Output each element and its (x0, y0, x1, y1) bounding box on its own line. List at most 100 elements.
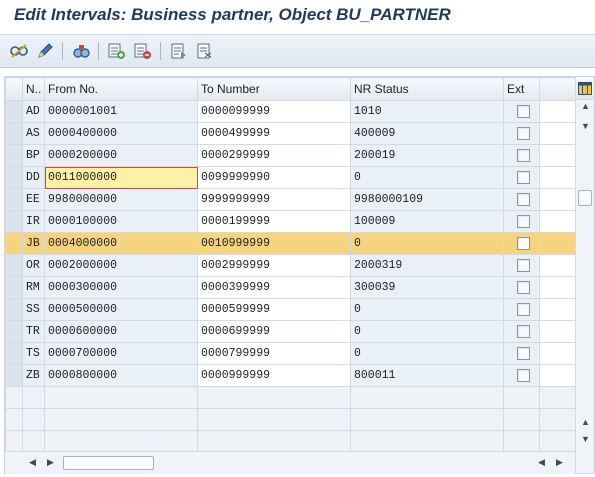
cell-ext (503, 254, 540, 277)
cell-from-number[interactable]: 0000700000 (44, 342, 198, 365)
selection-column-header[interactable] (5, 77, 23, 101)
display-change-icon[interactable] (8, 40, 30, 62)
cell-to-number[interactable]: 0000799999 (197, 342, 351, 365)
row-selector[interactable] (5, 276, 23, 299)
cell-from-number-editing[interactable]: 0011000000 (44, 166, 198, 189)
cell-ext (503, 100, 540, 123)
cell-from-number[interactable]: 0000001001 (44, 100, 198, 123)
cell-from-number[interactable]: 0000500000 (44, 298, 198, 321)
scroll-right-arrow-icon[interactable]: ▶ (47, 457, 54, 468)
scroll-down-arrow-icon[interactable]: ▼ (581, 434, 590, 444)
cell-nr-status[interactable]: 400009 (350, 122, 504, 145)
cell-nr-status[interactable]: 9980000109 (350, 188, 504, 211)
cell-from-number[interactable]: 0000300000 (44, 276, 198, 299)
cell-from-number[interactable]: 0000600000 (44, 320, 198, 343)
row-selector[interactable] (5, 298, 23, 321)
ext-checkbox[interactable] (516, 302, 530, 316)
row-selector[interactable] (5, 210, 23, 233)
row-selector[interactable] (5, 364, 23, 387)
row-selector[interactable] (5, 166, 23, 189)
column-header-key[interactable]: N.. (22, 77, 45, 101)
cell-from-number[interactable]: 0002000000 (44, 254, 198, 277)
column-settings-icon[interactable] (576, 77, 594, 100)
cell-to-number[interactable]: 0000399999 (197, 276, 351, 299)
cell-nr-status[interactable]: 0 (350, 166, 504, 189)
cell-from-number[interactable]: 0000100000 (44, 210, 198, 233)
column-header-nr-status[interactable]: NR Status (350, 77, 504, 101)
row-selector[interactable] (5, 232, 23, 255)
pencil-icon[interactable] (34, 40, 56, 62)
ext-checkbox[interactable] (516, 258, 530, 272)
ext-checkbox[interactable] (516, 346, 530, 360)
cell-to-number[interactable]: 0000199999 (197, 210, 351, 233)
cell-from-number[interactable]: 9980000000 (44, 188, 198, 211)
cell-nr-status[interactable]: 100009 (350, 210, 504, 233)
cell-to-number[interactable]: 9999999999 (197, 188, 351, 211)
row-selector[interactable] (5, 254, 23, 277)
cell-to-number[interactable]: 0000299999 (197, 144, 351, 167)
row-selector[interactable] (5, 144, 23, 167)
row-selector[interactable] (5, 408, 23, 431)
cell-to-number[interactable]: 0099999990 (197, 166, 351, 189)
ext-checkbox[interactable] (516, 280, 530, 294)
scroll-up-arrow-icon[interactable]: ▲ (581, 417, 590, 427)
scroll-right-arrow-icon[interactable]: ▶ (556, 457, 563, 468)
row-selector[interactable] (5, 100, 23, 123)
cell-from-number[interactable]: 0000800000 (44, 364, 198, 387)
cell-to-number[interactable]: 0000599999 (197, 298, 351, 321)
search-binocular-icon[interactable] (70, 40, 92, 62)
ext-checkbox[interactable] (516, 104, 530, 118)
cell-nr-status[interactable]: 1010 (350, 100, 504, 123)
cell-nr-status[interactable]: 0 (350, 232, 504, 255)
row-selector[interactable] (5, 342, 23, 365)
column-header-from[interactable]: From No. (44, 77, 198, 101)
row-selector[interactable] (5, 188, 23, 211)
cell-to-number[interactable]: 0010999999 (197, 232, 351, 255)
print-icon[interactable] (194, 40, 216, 62)
row-selector[interactable] (5, 122, 23, 145)
scroll-up-arrow-icon[interactable]: ▲ (581, 101, 590, 111)
cell-key: AD (22, 100, 45, 123)
cell-ext (503, 166, 540, 189)
cell-key: DD (22, 166, 45, 189)
table-row: EE 9980000000 9999999999 9980000109 (5, 188, 576, 211)
cell-to-number[interactable]: 0000499999 (197, 122, 351, 145)
horizontal-scroll-thumb[interactable] (63, 456, 154, 470)
row-selector[interactable] (5, 386, 23, 409)
cell-nr-status[interactable]: 300039 (350, 276, 504, 299)
cell-nr-status[interactable]: 0 (350, 320, 504, 343)
ext-checkbox[interactable] (516, 148, 530, 162)
vertical-scroll-thumb[interactable] (578, 190, 592, 206)
ext-checkbox[interactable] (516, 236, 530, 250)
cell-nr-status[interactable]: 200019 (350, 144, 504, 167)
cell-to-number[interactable]: 0000699999 (197, 320, 351, 343)
cell-nr-status[interactable]: 0 (350, 298, 504, 321)
cell-from-number[interactable]: 0000200000 (44, 144, 198, 167)
cell-from-number[interactable]: 0004000000 (44, 232, 198, 255)
vertical-scrollbar[interactable]: ▲ ▼ ▲ ▼ (575, 77, 594, 473)
scroll-left-arrow-icon[interactable]: ◀ (29, 457, 36, 468)
cell-nr-status[interactable]: 800011 (350, 364, 504, 387)
export-icon[interactable] (168, 40, 190, 62)
ext-checkbox[interactable] (516, 192, 530, 206)
row-selector[interactable] (5, 320, 23, 343)
delete-interval-icon[interactable] (132, 40, 154, 62)
column-header-to[interactable]: To Number (197, 77, 351, 101)
ext-checkbox[interactable] (516, 170, 530, 184)
cell-nr-status[interactable]: 2000319 (350, 254, 504, 277)
cell-to-number[interactable]: 0000099999 (197, 100, 351, 123)
scroll-down-arrow-icon[interactable]: ▼ (581, 121, 590, 131)
cell-to-number[interactable]: 0002999999 (197, 254, 351, 277)
horizontal-scrollbar[interactable]: ◀ ▶ ◀ ▶ (5, 451, 575, 474)
ext-checkbox[interactable] (516, 368, 530, 382)
column-header-ext[interactable]: Ext (503, 77, 540, 101)
row-selector[interactable] (5, 430, 23, 453)
scroll-left-arrow-icon[interactable]: ◀ (538, 457, 545, 468)
cell-to-number[interactable]: 0000999999 (197, 364, 351, 387)
insert-interval-icon[interactable] (106, 40, 128, 62)
ext-checkbox[interactable] (516, 126, 530, 140)
cell-nr-status[interactable]: 0 (350, 342, 504, 365)
ext-checkbox[interactable] (516, 214, 530, 228)
cell-from-number[interactable]: 0000400000 (44, 122, 198, 145)
ext-checkbox[interactable] (516, 324, 530, 338)
